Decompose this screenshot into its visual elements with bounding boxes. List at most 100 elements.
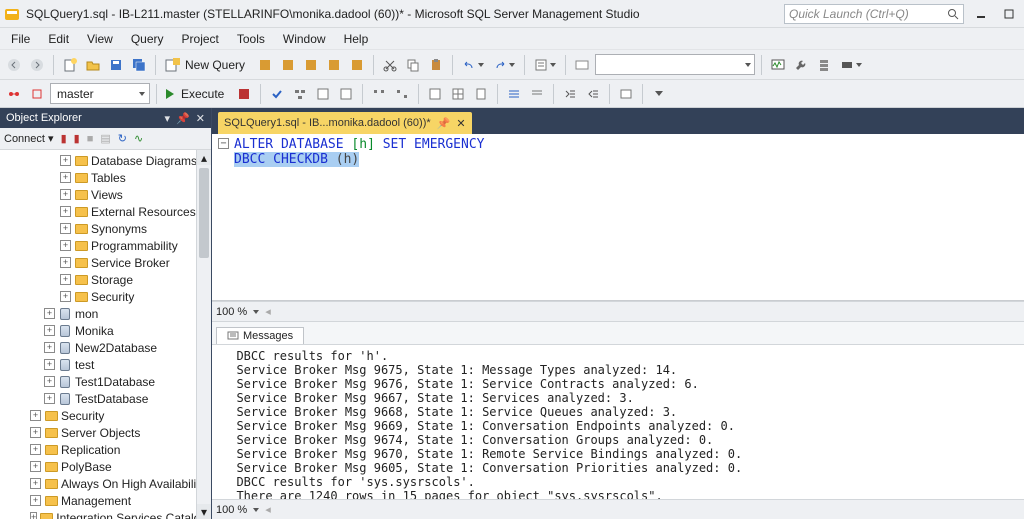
- tree-node[interactable]: +Tables: [2, 169, 211, 186]
- query-options-icon[interactable]: [313, 83, 333, 105]
- intellisense-icon[interactable]: [336, 83, 356, 105]
- expand-icon[interactable]: +: [30, 427, 41, 438]
- toolbar-overflow-icon[interactable]: [837, 54, 865, 76]
- messages-zoom-dropdown-icon[interactable]: [253, 508, 259, 512]
- activity-monitor-icon[interactable]: [768, 54, 788, 76]
- cancel-query-button[interactable]: [234, 83, 254, 105]
- oe-group-icon[interactable]: ▤: [100, 132, 110, 145]
- oe-stop-icon[interactable]: ■: [87, 133, 94, 145]
- expand-icon[interactable]: +: [60, 291, 71, 302]
- expand-icon[interactable]: +: [44, 325, 55, 336]
- panel-dropdown-icon[interactable]: ▾: [165, 112, 171, 125]
- menu-project[interactable]: Project: [173, 30, 228, 48]
- cut-button[interactable]: [380, 54, 400, 76]
- paste-button[interactable]: [426, 54, 446, 76]
- tree-node[interactable]: +test: [2, 356, 211, 373]
- oe-pulse-icon[interactable]: ∿: [134, 132, 143, 145]
- scroll-up-icon[interactable]: ▴: [197, 150, 211, 165]
- registered-servers-icon[interactable]: [814, 54, 834, 76]
- find-button[interactable]: [572, 54, 592, 76]
- uncomment-icon[interactable]: [527, 83, 547, 105]
- mdx-query-icon[interactable]: [324, 54, 344, 76]
- specify-values-icon[interactable]: [616, 83, 636, 105]
- menu-view[interactable]: View: [78, 30, 122, 48]
- expand-icon[interactable]: +: [30, 410, 41, 421]
- pin-icon[interactable]: 📌: [437, 117, 451, 130]
- tree-node[interactable]: +Views: [2, 186, 211, 203]
- new-item-button[interactable]: [60, 54, 80, 76]
- minimize-button[interactable]: [970, 5, 992, 23]
- menu-tools[interactable]: Tools: [228, 30, 274, 48]
- tree-node[interactable]: +Monika: [2, 322, 211, 339]
- new-query-button[interactable]: New Query: [162, 54, 252, 76]
- messages-zoom-value[interactable]: 100 %: [216, 504, 247, 516]
- include-plan-icon[interactable]: [369, 83, 389, 105]
- nav-back-button[interactable]: [4, 54, 24, 76]
- tree-node[interactable]: +PolyBase: [2, 458, 211, 475]
- tree-node[interactable]: +Synonyms: [2, 220, 211, 237]
- menu-file[interactable]: File: [2, 30, 39, 48]
- parse-button[interactable]: [267, 83, 287, 105]
- expand-icon[interactable]: +: [60, 240, 71, 251]
- document-tab[interactable]: SQLQuery1.sql - IB...monika.dadool (60))…: [218, 112, 472, 134]
- oe-filter2-icon[interactable]: ▮: [74, 132, 80, 145]
- close-icon[interactable]: ✕: [456, 117, 465, 130]
- tree-node[interactable]: +Security: [2, 407, 211, 424]
- live-stats-icon[interactable]: [392, 83, 412, 105]
- tree-node[interactable]: +Service Broker: [2, 254, 211, 271]
- tree-node[interactable]: +Always On High Availability: [2, 475, 211, 492]
- oe-refresh-icon[interactable]: ↻: [118, 132, 127, 145]
- oe-filter-icon[interactable]: ▮: [61, 132, 67, 145]
- results-grid-icon[interactable]: [448, 83, 468, 105]
- expand-icon[interactable]: +: [30, 444, 41, 455]
- expand-icon[interactable]: +: [30, 495, 41, 506]
- tree-node[interactable]: +mon: [2, 305, 211, 322]
- expand-icon[interactable]: +: [60, 274, 71, 285]
- redo-button[interactable]: [490, 54, 518, 76]
- messages-tab[interactable]: Messages: [216, 327, 304, 344]
- expand-icon[interactable]: +: [44, 393, 55, 404]
- save-button[interactable]: [106, 54, 126, 76]
- undo-button[interactable]: [459, 54, 487, 76]
- overflow-icon[interactable]: [649, 83, 669, 105]
- scroll-down-icon[interactable]: ▾: [197, 504, 211, 519]
- expand-icon[interactable]: +: [60, 257, 71, 268]
- tree-node[interactable]: +Test1Database: [2, 373, 211, 390]
- tree-node[interactable]: +External Resources: [2, 203, 211, 220]
- menu-edit[interactable]: Edit: [39, 30, 78, 48]
- maximize-button[interactable]: [998, 5, 1020, 23]
- tree-node[interactable]: +Integration Services Catalogs: [2, 509, 211, 519]
- editor-zoom-value[interactable]: 100 %: [216, 306, 247, 318]
- menu-window[interactable]: Window: [274, 30, 335, 48]
- tree-node[interactable]: +Database Diagrams: [2, 152, 211, 169]
- analysis-query-icon[interactable]: [278, 54, 298, 76]
- dmx-query-icon[interactable]: [347, 54, 367, 76]
- menu-query[interactable]: Query: [122, 30, 173, 48]
- messages-pane[interactable]: DBCC results for 'h'. Service Broker Msg…: [212, 345, 1024, 499]
- comment-icon[interactable]: [504, 83, 524, 105]
- connect-icon[interactable]: [27, 83, 47, 105]
- tree-node[interactable]: +Storage: [2, 271, 211, 288]
- outdent-icon[interactable]: [583, 83, 603, 105]
- tree-node[interactable]: +Security: [2, 288, 211, 305]
- tree-node[interactable]: +TestDatabase: [2, 390, 211, 407]
- object-explorer-scrollbar[interactable]: ▴ ▾: [196, 150, 211, 519]
- outline-collapse-icon[interactable]: −: [218, 138, 229, 149]
- expand-icon[interactable]: +: [60, 172, 71, 183]
- expand-icon[interactable]: +: [44, 376, 55, 387]
- tree-node[interactable]: +New2Database: [2, 339, 211, 356]
- database-selector[interactable]: master: [50, 83, 150, 104]
- db-engine-query-icon[interactable]: [255, 54, 275, 76]
- find-combo[interactable]: [595, 54, 755, 75]
- panel-close-icon[interactable]: ✕: [196, 112, 205, 125]
- tree-node[interactable]: +Replication: [2, 441, 211, 458]
- connect-dropdown[interactable]: Connect ▾: [4, 132, 54, 145]
- wrench-icon[interactable]: [791, 54, 811, 76]
- sql-editor[interactable]: − ALTER DATABASE [h] SET EMERGENCY DBCC …: [212, 134, 1024, 301]
- save-all-button[interactable]: [129, 54, 149, 76]
- indent-icon[interactable]: [560, 83, 580, 105]
- copy-button[interactable]: [403, 54, 423, 76]
- quick-launch-input[interactable]: Quick Launch (Ctrl+Q): [784, 4, 964, 24]
- tree-node[interactable]: +Management: [2, 492, 211, 509]
- tree-node[interactable]: +Server Objects: [2, 424, 211, 441]
